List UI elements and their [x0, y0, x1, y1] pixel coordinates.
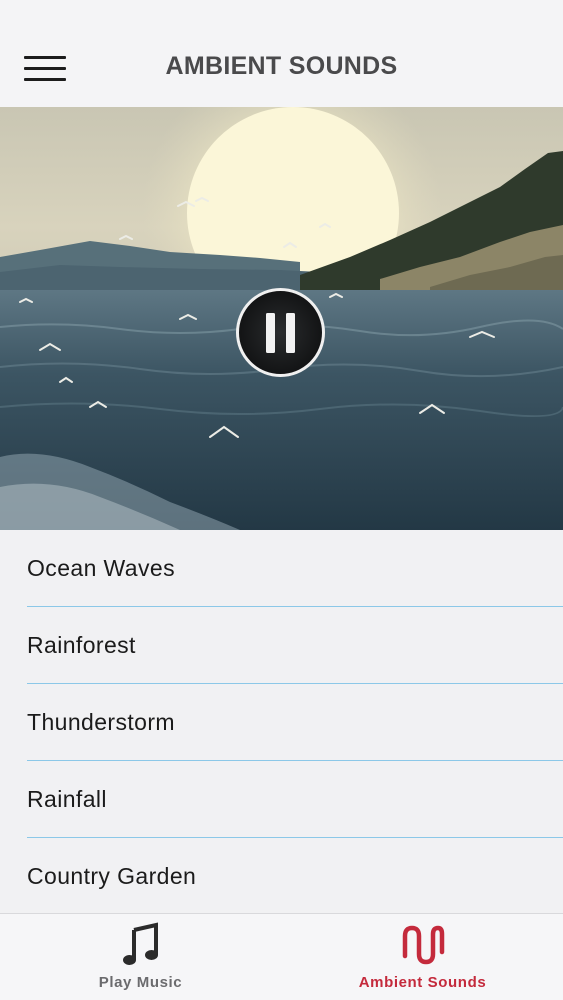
tab-play-music[interactable]: Play Music — [0, 914, 281, 1000]
tab-label: Ambient Sounds — [358, 974, 487, 991]
sound-item-ocean-waves[interactable]: Ocean Waves — [27, 530, 563, 607]
sound-item-label: Rainforest — [27, 632, 136, 658]
pause-button[interactable] — [236, 288, 325, 377]
tab-label: Play Music — [98, 974, 183, 991]
ambient-scene-image — [0, 107, 563, 530]
sound-item-label: Thunderstorm — [27, 709, 175, 735]
tab-bar: Play Music Ambient Sounds — [0, 913, 563, 1000]
page-title: AMBIENT SOUNDS — [165, 52, 398, 80]
ocean-sunset-illustration — [0, 107, 563, 530]
header: AMBIENT SOUNDS — [0, 0, 563, 107]
tab-ambient-sounds[interactable]: Ambient Sounds — [282, 914, 563, 1000]
sound-list: Ocean Waves Rainforest Thunderstorm Rain… — [0, 530, 563, 913]
wave-icon — [402, 925, 444, 965]
sound-item-label: Rainfall — [27, 786, 107, 812]
sound-item-rainfall[interactable]: Rainfall — [27, 761, 563, 838]
sound-item-rainforest[interactable]: Rainforest — [27, 607, 563, 684]
sound-item-country-garden[interactable]: Country Garden — [27, 838, 563, 913]
music-note-icon — [122, 922, 158, 965]
sound-item-thunderstorm[interactable]: Thunderstorm — [27, 684, 563, 761]
app-screen: AMBIENT SOUNDS Ocean Waves Rainforest Th… — [0, 0, 563, 1000]
sound-item-label: Country Garden — [27, 863, 197, 889]
sound-item-label: Ocean Waves — [27, 555, 175, 581]
